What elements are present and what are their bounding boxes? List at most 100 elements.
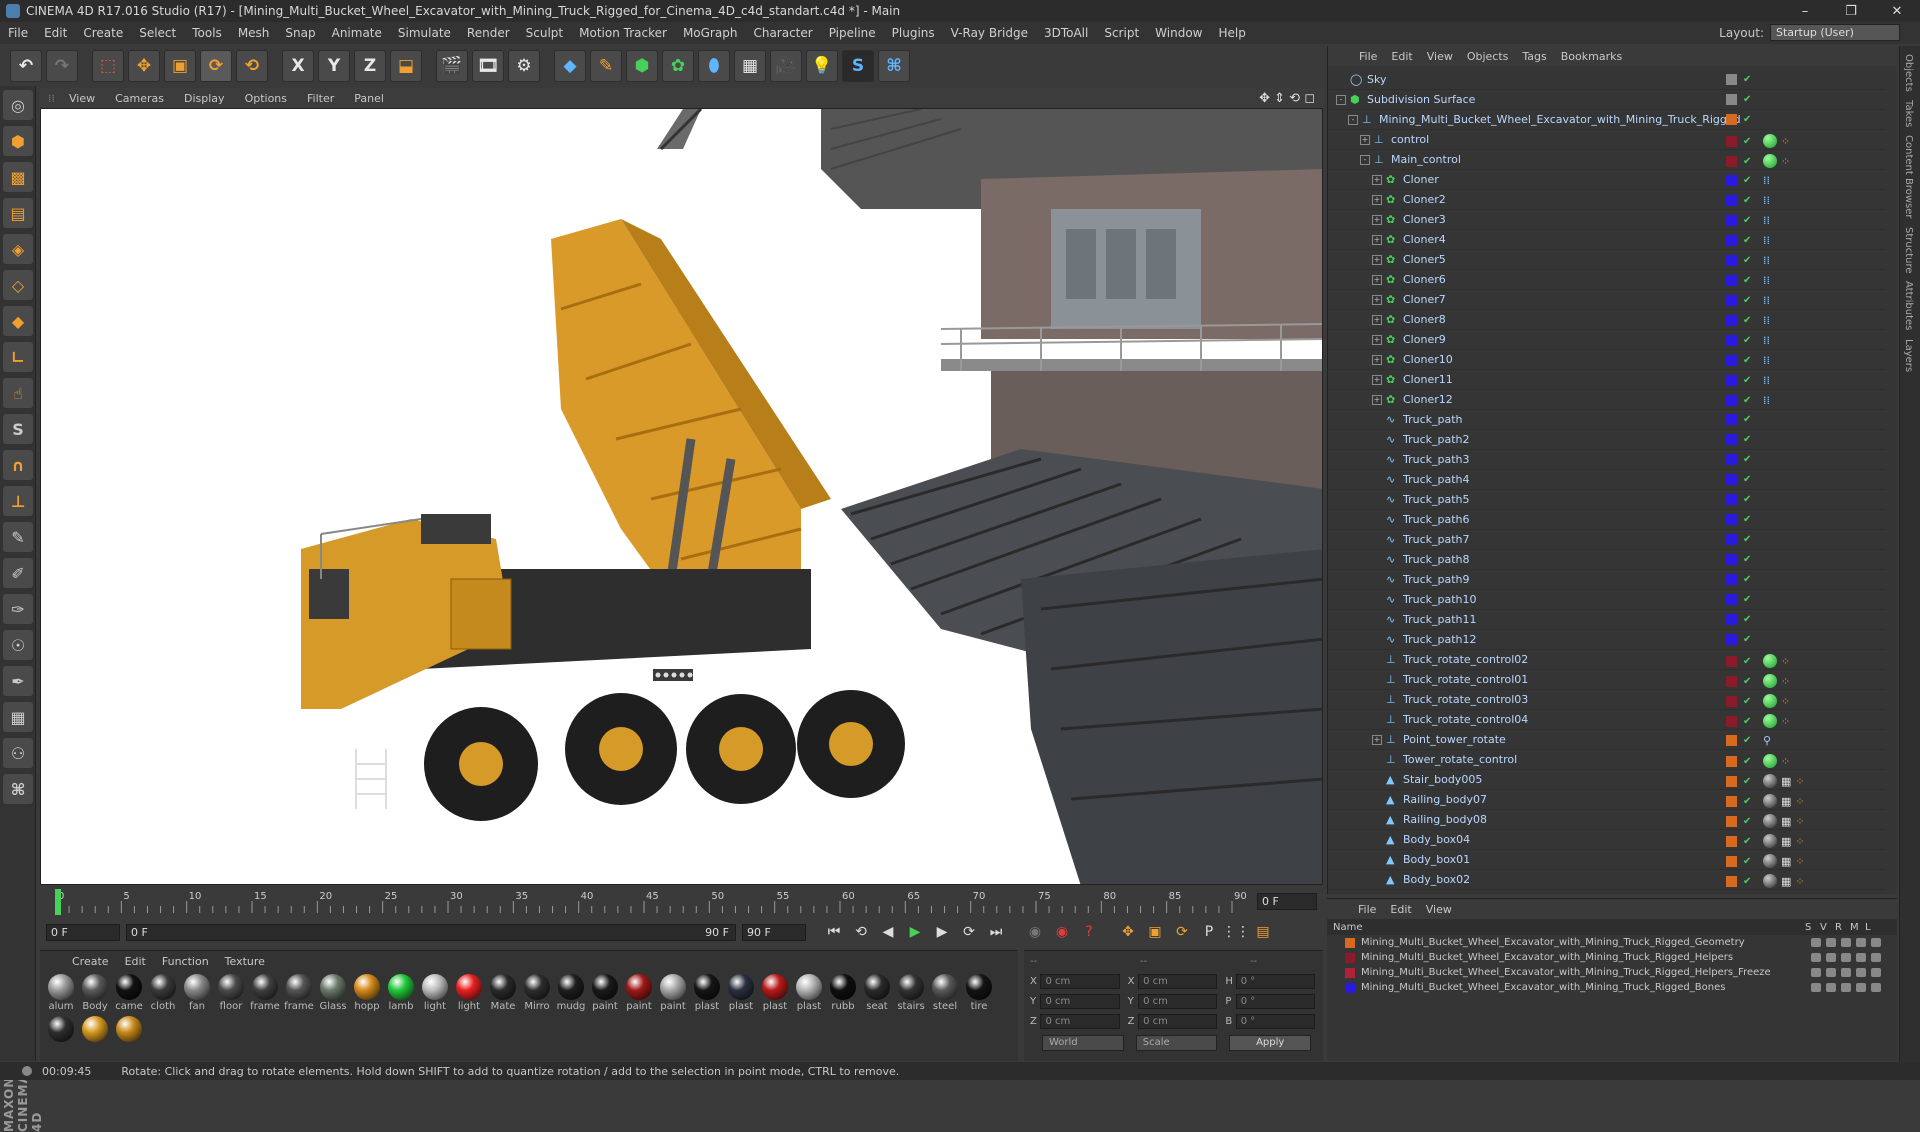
expand-toggle-icon[interactable]: - [1348,114,1358,125]
layer-color-swatch[interactable] [1726,574,1737,585]
texture-tag-icon[interactable]: ▦ [1781,875,1791,888]
layer-color-swatch[interactable] [1726,414,1737,425]
material-swatch[interactable]: plast [690,971,724,1013]
layer-color-swatch[interactable] [1726,735,1737,746]
editor-visibility-icon[interactable]: ✔ [1743,156,1755,167]
material-preview-ball[interactable] [864,974,890,1000]
menu-help[interactable]: Help [1210,26,1253,40]
object-row[interactable]: + ✿ Cloner3 ✔ ⁞⁞ [1328,210,1886,230]
layer-color-swatch[interactable] [1726,775,1737,787]
material-preview-ball[interactable] [932,974,958,1000]
layer-color-swatch[interactable] [1726,755,1737,767]
ik-tag-icon[interactable]: ⁘ [1795,815,1804,828]
material-swatch[interactable]: paint [622,971,656,1013]
object-row[interactable]: + ✿ Cloner11 ✔ ⁞⁞ [1328,370,1886,390]
sketch-toon-icon[interactable]: S [842,50,874,82]
object-row[interactable]: ∿ Truck_path11 ✔ [1328,610,1886,630]
editor-visibility-icon[interactable]: ✔ [1743,295,1755,306]
expand-toggle-icon[interactable]: + [1372,734,1382,745]
layer-menu-view[interactable]: View [1419,903,1459,916]
display-tag-icon[interactable] [1763,154,1777,168]
display-tag-icon[interactable] [1763,694,1777,708]
object-row[interactable]: ▲ Railing_body08 ✔ ▦ ⁘ [1328,810,1886,830]
layer-color-swatch[interactable] [1726,695,1737,707]
object-row[interactable]: - ⊥ Mining_Multi_Bucket_Wheel_Excavator_wi… [1328,110,1886,130]
ik-tag-icon[interactable]: ⁘ [1795,795,1804,808]
material-swatch[interactable]: stairs [894,971,928,1013]
editor-visibility-icon[interactable]: ✔ [1743,574,1755,585]
layer-toggle-icon[interactable] [1871,983,1881,992]
points-mode-icon[interactable]: ◈ [3,234,33,264]
material-preview-ball[interactable] [558,974,584,1000]
layer-color-swatch[interactable] [1726,715,1737,727]
ik-tag-icon[interactable]: ⁘ [1781,755,1790,768]
mograph-tag-icon[interactable]: ⁞⁞ [1763,334,1770,347]
start-frame-field[interactable]: 0 F [46,923,120,941]
texture-mode-icon[interactable]: ▩ [3,162,33,192]
paint-icon[interactable]: ✒ [3,666,33,696]
material-tag-icon[interactable] [1763,834,1777,848]
viewport-menu-options[interactable]: Options [235,92,297,105]
layer-color-swatch[interactable] [1726,255,1737,266]
edges-mode-icon[interactable]: ◇ [3,270,33,300]
material-swatch[interactable]: light [452,971,486,1013]
object-row[interactable]: ∿ Truck_path7 ✔ [1328,530,1886,550]
viewport-menu-filter[interactable]: Filter [297,92,344,105]
object-row[interactable]: + ✿ Cloner6 ✔ ⁞⁞ [1328,270,1886,290]
expand-toggle-icon[interactable]: - [1336,94,1346,105]
render-picture-viewer-icon[interactable]: 🎞 [472,50,504,82]
record-off-icon[interactable]: ◉ [1023,921,1047,943]
material-swatch[interactable]: seat [860,971,894,1013]
layer-toggle-icon[interactable] [1841,938,1851,947]
object-row[interactable]: ⊥ Truck_rotate_control03 ✔ ⁘ [1328,690,1886,710]
live-selection-icon[interactable]: ⬚ [92,50,124,82]
material-swatch[interactable] [112,1013,146,1055]
layer-color-swatch[interactable] [1726,855,1737,867]
viewport-menu-view[interactable]: View [59,92,105,105]
menu-pipeline[interactable]: Pipeline [821,26,884,40]
material-swatch[interactable]: plast [758,971,792,1013]
object-row[interactable]: ▲ Body_box04 ✔ ▦ ⁘ [1328,830,1886,850]
object-row[interactable]: + ⊥ Point_tower_rotate ✔ ⚲ [1328,730,1886,750]
object-row[interactable]: + ✿ Cloner5 ✔ ⁞⁞ [1328,250,1886,270]
viewport-menu-display[interactable]: Display [174,92,235,105]
y-axis-lock-icon[interactable]: Y [318,50,350,82]
material-menu-texture[interactable]: Texture [217,955,273,968]
material-swatch[interactable]: Body [78,971,112,1013]
display-tag-icon[interactable] [1763,674,1777,688]
material-preview-ball[interactable] [524,974,550,1000]
editor-visibility-icon[interactable]: ✔ [1743,474,1755,485]
python-icon[interactable]: ⌘ [878,50,910,82]
layer-color-swatch[interactable] [1726,74,1737,85]
editor-visibility-icon[interactable]: ✔ [1743,94,1755,105]
editor-visibility-icon[interactable]: ✔ [1743,676,1755,687]
material-preview-ball[interactable] [116,1016,142,1042]
layer-color-swatch[interactable] [1345,937,1355,948]
expand-toggle-icon[interactable]: + [1372,274,1382,285]
material-preview-ball[interactable] [48,974,74,1000]
object-row[interactable]: + ⊥ control ✔ ⁘ [1328,130,1886,150]
material-preview-ball[interactable] [184,974,210,1000]
layer-color-swatch[interactable] [1726,155,1737,167]
expand-toggle-icon[interactable]: + [1372,314,1382,325]
material-preview-ball[interactable] [82,1016,108,1042]
render-view-icon[interactable]: 🎬 [436,50,468,82]
weight-brush-icon[interactable]: ✑ [3,594,33,624]
material-preview-ball[interactable] [456,974,482,1000]
layer-color-swatch[interactable] [1726,275,1737,286]
material-preview-ball[interactable] [728,974,754,1000]
mograph-tag-icon[interactable]: ⁞⁞ [1763,394,1770,407]
editor-visibility-icon[interactable]: ✔ [1743,315,1755,326]
editor-visibility-icon[interactable]: ✔ [1743,594,1755,605]
texture-tag-icon[interactable]: ▦ [1781,855,1791,868]
side-tab-layers[interactable]: Layers [1903,339,1914,372]
layer-color-swatch[interactable] [1345,982,1355,993]
coord-value-field[interactable]: 0 cm [1138,993,1218,1009]
next-frame-icon[interactable]: ▶ [930,921,954,943]
material-preview-ball[interactable] [490,974,516,1000]
go-to-start-icon[interactable]: ⏮ [822,921,846,943]
coord-value-field[interactable]: 0 ° [1235,973,1315,989]
layer-color-swatch[interactable] [1726,114,1737,125]
move-icon[interactable]: ✥ [128,50,160,82]
layer-color-swatch[interactable] [1726,355,1737,366]
